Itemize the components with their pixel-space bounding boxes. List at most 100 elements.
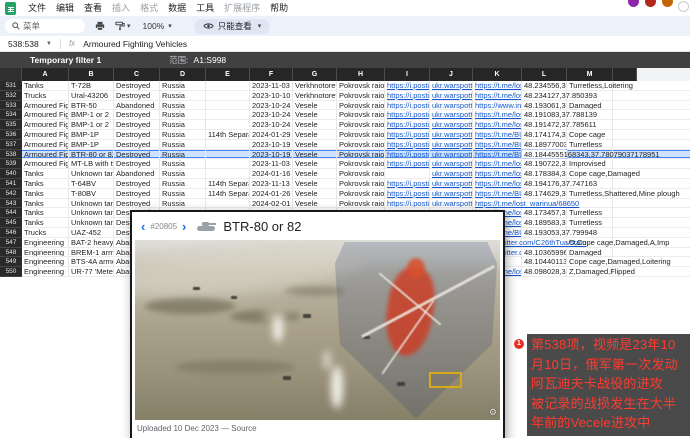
- cell-M536[interactable]: Cope cage: [567, 130, 613, 139]
- cell-L546[interactable]: 48.193053,37.799948: [522, 228, 567, 237]
- cell-A536[interactable]: Armoured Fighting Vehicles: [22, 130, 69, 139]
- menu-item-8[interactable]: 帮助: [265, 0, 293, 16]
- battlefield-photo[interactable]: ⚙: [135, 240, 500, 420]
- column-header-C[interactable]: C: [114, 68, 160, 81]
- cell-I539[interactable]: https://i.postimg.: [385, 159, 430, 168]
- cell-C542[interactable]: Destroyed: [114, 189, 160, 198]
- cell-E540[interactable]: [206, 169, 250, 178]
- cell-F542[interactable]: 2024-01-26: [250, 189, 293, 198]
- cell-B543[interactable]: Unknown tank: [69, 199, 114, 208]
- cell-L542[interactable]: 48.174629,37.7: [522, 189, 567, 198]
- cell-J542[interactable]: ukr.warspotting.r: [430, 189, 473, 198]
- cell-J540[interactable]: ukr.warspotting.r: [430, 169, 473, 178]
- cell-I537[interactable]: https://i.postimg.: [385, 140, 430, 149]
- name-box[interactable]: 538:538: [0, 39, 46, 49]
- print-button[interactable]: [95, 21, 105, 31]
- cell-B548[interactable]: BREM-1 armoure: [69, 248, 114, 257]
- cell-B540[interactable]: Unknown tank: [69, 169, 114, 178]
- cell-C543[interactable]: Destroyed: [114, 199, 160, 208]
- cell-J535[interactable]: ukr.warspotting.r: [430, 120, 473, 129]
- cell-G543[interactable]: Vesele: [293, 199, 337, 208]
- cell-A532[interactable]: Trucks: [22, 91, 69, 100]
- prev-record-button[interactable]: ‹: [141, 220, 145, 233]
- column-header-A[interactable]: A: [22, 68, 69, 81]
- cell-A548[interactable]: Engineering: [22, 248, 69, 257]
- name-box-caret-icon[interactable]: ▼: [46, 41, 52, 47]
- cell-G532[interactable]: Verkhnotoretske: [293, 91, 337, 100]
- menu-item-6[interactable]: 工具: [191, 0, 219, 16]
- zoom-control[interactable]: 100% ▾: [143, 21, 172, 31]
- cell-B539[interactable]: MT-LB with twin: [69, 159, 114, 168]
- cell-L537[interactable]: 48.1897700301: [522, 140, 567, 149]
- cell-L536[interactable]: 48.174174,37.7: [522, 130, 567, 139]
- row-header-550[interactable]: 550: [0, 267, 22, 277]
- cell-E535[interactable]: [206, 120, 250, 129]
- column-header-L[interactable]: L: [522, 68, 567, 81]
- cell-E542[interactable]: 114th Separate Bri: [206, 189, 250, 198]
- cell-D542[interactable]: Russia: [160, 189, 206, 198]
- cell-K540[interactable]: https://t.me/lost_: [473, 169, 522, 178]
- row-header-541[interactable]: 541: [0, 179, 22, 189]
- row-header-539[interactable]: 539: [0, 159, 22, 169]
- cell-K538[interactable]: https://t.me/BUA: [473, 150, 522, 159]
- collaborator-red[interactable]: [644, 0, 657, 8]
- cell-L541[interactable]: 48.194176,37.747163: [522, 179, 567, 188]
- cell-K536[interactable]: https://t.me/BUA: [473, 130, 522, 139]
- collapse-menus-button[interactable]: [678, 1, 689, 12]
- cell-J543[interactable]: ukr.warspotting.r: [430, 199, 473, 208]
- cell-A543[interactable]: Tanks: [22, 199, 69, 208]
- cell-B547[interactable]: BAT-2 heavy eng: [69, 238, 114, 247]
- menu-item-7[interactable]: 扩展程序: [219, 0, 265, 16]
- cell-M549[interactable]: Cope cage,Damaged,Loitering: [567, 257, 613, 266]
- cell-J539[interactable]: ukr.warspotting.r: [430, 159, 473, 168]
- cell-K542[interactable]: https://t.me/BUA: [473, 189, 522, 198]
- cell-H538[interactable]: Pokrovsk raion: [337, 150, 385, 159]
- cell-G531[interactable]: Verkhnotoretske: [293, 81, 337, 90]
- cell-C534[interactable]: Destroyed: [114, 110, 160, 119]
- row-header-533[interactable]: 533: [0, 101, 22, 111]
- cell-F543[interactable]: 2024-02-01: [250, 199, 293, 208]
- cell-A537[interactable]: Armoured Fighting Vehicles: [22, 140, 69, 149]
- cell-M537[interactable]: Turretless: [567, 140, 613, 149]
- cell-D534[interactable]: Russia: [160, 110, 206, 119]
- cell-L533[interactable]: 48.193061,37.7: [522, 101, 567, 110]
- cell-D536[interactable]: Russia: [160, 130, 206, 139]
- column-header-I[interactable]: I: [385, 68, 430, 81]
- cell-A540[interactable]: Tanks: [22, 169, 69, 178]
- cell-C538[interactable]: Destroyed: [114, 150, 160, 159]
- cell-C535[interactable]: Destroyed: [114, 120, 160, 129]
- cell-M533[interactable]: Damaged: [567, 101, 613, 110]
- cell-I541[interactable]: https://i.postimg.: [385, 179, 430, 188]
- cell-D531[interactable]: Russia: [160, 81, 206, 90]
- cell-L545[interactable]: 48.189583,37.7: [522, 218, 567, 227]
- menu-item-0[interactable]: 文件: [23, 0, 51, 16]
- cell-F540[interactable]: 2024-01-16: [250, 169, 293, 178]
- cell-D540[interactable]: Russia: [160, 169, 206, 178]
- column-header-K[interactable]: K: [473, 68, 522, 81]
- filter-range-value[interactable]: A1:S998: [194, 55, 227, 65]
- cell-I532[interactable]: https://i.postimg.: [385, 91, 430, 100]
- cell-F539[interactable]: 2023-11-03: [250, 159, 293, 168]
- column-header-F[interactable]: F: [250, 68, 293, 81]
- cell-B537[interactable]: BMP-1P: [69, 140, 114, 149]
- menu-item-4[interactable]: 格式: [135, 0, 163, 16]
- formula-bar-value[interactable]: Armoured Fighting Vehicles: [83, 39, 187, 49]
- cell-B545[interactable]: Unknown tank: [69, 218, 114, 227]
- cell-L535[interactable]: 48.191472,37.785611: [522, 120, 567, 129]
- cell-B544[interactable]: Unknown tank: [69, 208, 114, 217]
- cell-K539[interactable]: https://t.me/lost_: [473, 159, 522, 168]
- cell-H542[interactable]: Pokrovsk raion: [337, 189, 385, 198]
- column-header-H[interactable]: H: [337, 68, 385, 81]
- menu-item-3[interactable]: 插入: [107, 0, 135, 16]
- cell-K541[interactable]: https://t.me/lost_: [473, 179, 522, 188]
- cell-H543[interactable]: Pokrovsk raion: [337, 199, 385, 208]
- cell-K543[interactable]: https://t.me/lost_warinua/68650: [473, 199, 522, 208]
- cell-L531[interactable]: 48.234556,37.8: [522, 81, 567, 90]
- cell-J532[interactable]: ukr.warspotting.r: [430, 91, 473, 100]
- cell-E536[interactable]: 114th Separate Bri: [206, 130, 250, 139]
- photo-caption[interactable]: Uploaded 10 Dec 2023 — Source: [137, 424, 257, 433]
- cell-G541[interactable]: Vesele: [293, 179, 337, 188]
- cell-M539[interactable]: Improvised: [567, 159, 613, 168]
- row-header-542[interactable]: 542: [0, 189, 22, 199]
- cell-L544[interactable]: 48.173457,37.7: [522, 208, 567, 217]
